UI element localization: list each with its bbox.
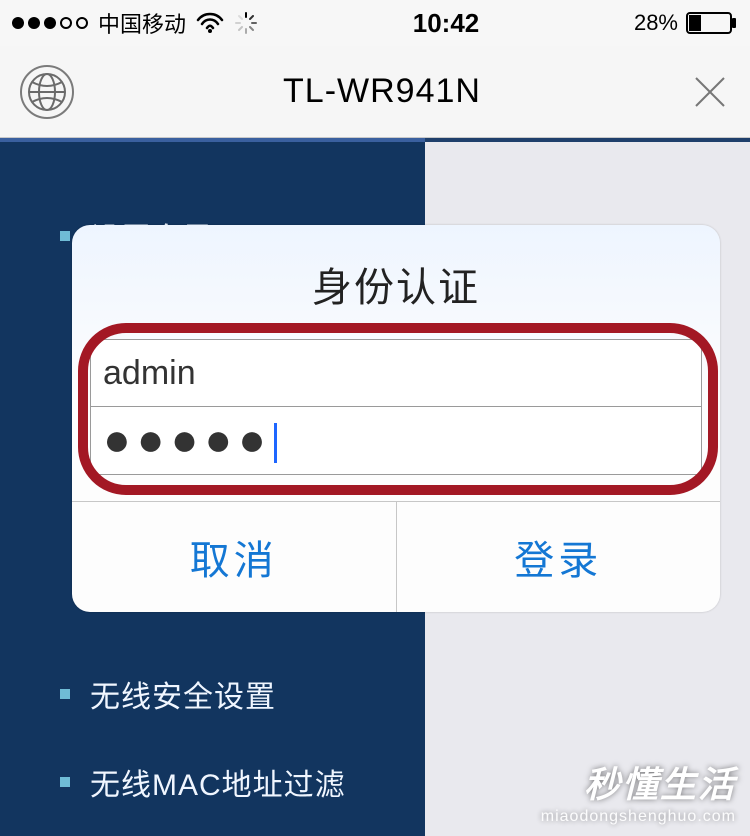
auth-modal: 身份认证 ●●●●● 取消 登录 bbox=[72, 225, 720, 612]
auth-buttons: 取消 登录 bbox=[72, 501, 720, 612]
watermark-url: miaodongshenghuo.com bbox=[541, 808, 736, 826]
globe-icon[interactable] bbox=[20, 65, 74, 119]
sidebar-item-wireless-security[interactable]: 无线安全设置 bbox=[60, 650, 425, 738]
status-left: 中国移动 bbox=[12, 7, 258, 39]
loading-spinner-icon bbox=[234, 11, 258, 35]
close-icon[interactable] bbox=[690, 72, 730, 112]
sidebar-item-label: 无线MAC地址过滤 bbox=[90, 760, 346, 804]
auth-modal-title: 身份认证 bbox=[72, 225, 720, 339]
sidebar-item-wireless-mac-filter[interactable]: 无线MAC地址过滤 bbox=[60, 738, 425, 826]
wifi-icon bbox=[196, 12, 224, 34]
signal-strength-icon bbox=[12, 17, 88, 29]
page-title: TL-WR941N bbox=[283, 72, 481, 111]
cancel-button[interactable]: 取消 bbox=[72, 502, 396, 612]
bullet-icon bbox=[60, 777, 70, 787]
auth-fields: ●●●●● bbox=[72, 339, 720, 501]
login-button[interactable]: 登录 bbox=[396, 502, 721, 612]
battery-percent: 28% bbox=[634, 10, 678, 36]
watermark-text: 秒懂生活 bbox=[541, 756, 736, 808]
status-bar: 中国移动 10:42 bbox=[0, 0, 750, 46]
password-field[interactable]: ●●●●● bbox=[90, 407, 702, 475]
username-field[interactable] bbox=[90, 339, 702, 407]
sidebar-item-wireless-advanced[interactable]: 无线高级设置 bbox=[60, 826, 425, 836]
browser-bar: TL-WR941N bbox=[0, 46, 750, 138]
status-time: 10:42 bbox=[413, 8, 480, 39]
watermark: 秒懂生活 miaodongshenghuo.com bbox=[541, 756, 736, 826]
text-caret bbox=[274, 423, 277, 463]
bullet-icon bbox=[60, 689, 70, 699]
status-right: 28% bbox=[634, 10, 738, 36]
password-masked-value: ●●●●● bbox=[103, 413, 272, 465]
sidebar-item-label: 无线安全设置 bbox=[90, 672, 276, 716]
bullet-icon bbox=[60, 231, 70, 241]
device-screen: 中国移动 10:42 bbox=[0, 0, 750, 836]
battery-icon bbox=[686, 12, 738, 34]
carrier-label: 中国移动 bbox=[98, 7, 186, 39]
